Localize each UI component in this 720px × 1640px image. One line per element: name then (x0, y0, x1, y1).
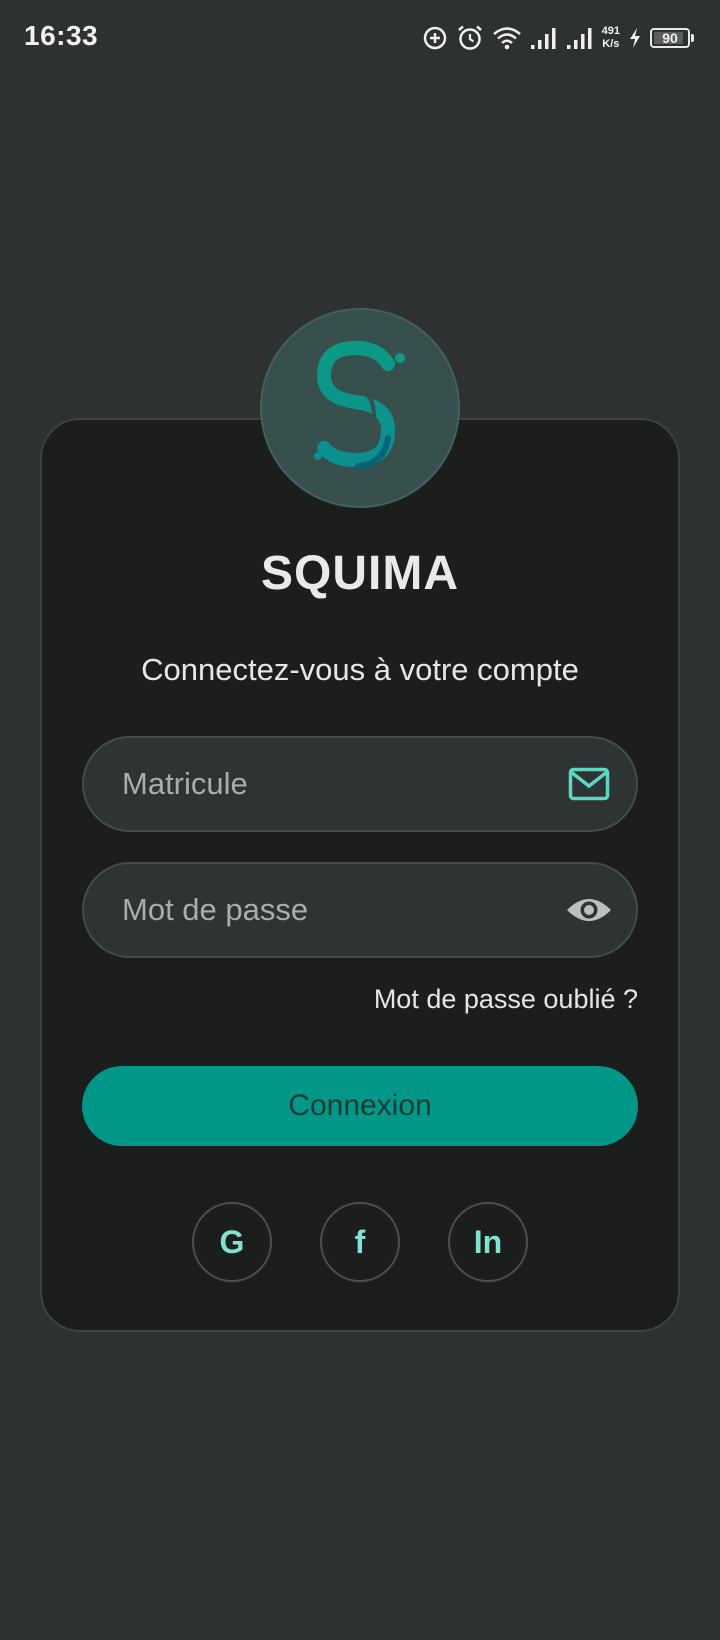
net-speed-unit: K/s (602, 38, 620, 50)
alarm-icon (456, 24, 484, 52)
google-login-button[interactable]: G (192, 1202, 272, 1282)
forgot-password-link[interactable]: Mot de passe oublié ? (374, 984, 638, 1015)
battery: 90 (650, 28, 690, 48)
mail-icon (566, 764, 612, 804)
password-field[interactable] (82, 862, 638, 958)
status-bar: 16:33 491 K/s 90 (0, 0, 720, 74)
signal-icon (566, 25, 594, 51)
eye-icon[interactable] (566, 890, 612, 930)
status-time: 16:33 (24, 20, 99, 51)
status-icons: 491 K/s 90 (422, 18, 694, 58)
squima-logo-icon (300, 336, 420, 481)
signal-icon (530, 25, 558, 51)
net-speed: 491 K/s (602, 25, 620, 51)
data-saver-icon (422, 25, 448, 51)
login-button[interactable]: Connexion (82, 1066, 638, 1146)
wifi-icon (492, 25, 522, 51)
social-login-row: G f In (0, 1202, 720, 1282)
password-input[interactable] (122, 864, 542, 956)
linkedin-login-button[interactable]: In (448, 1202, 528, 1282)
login-subtitle: Connectez-vous à votre compte (141, 652, 579, 687)
facebook-login-button[interactable]: f (320, 1202, 400, 1282)
battery-tip (691, 34, 694, 42)
app-title: SQUIMA (261, 547, 459, 600)
charging-icon (628, 27, 642, 49)
matricule-field[interactable] (82, 736, 638, 832)
net-speed-value: 491 (601, 25, 620, 37)
logo-badge (260, 308, 460, 508)
matricule-input[interactable] (122, 738, 542, 830)
battery-level: 90 (662, 30, 678, 46)
battery-icon: 90 (650, 28, 694, 48)
